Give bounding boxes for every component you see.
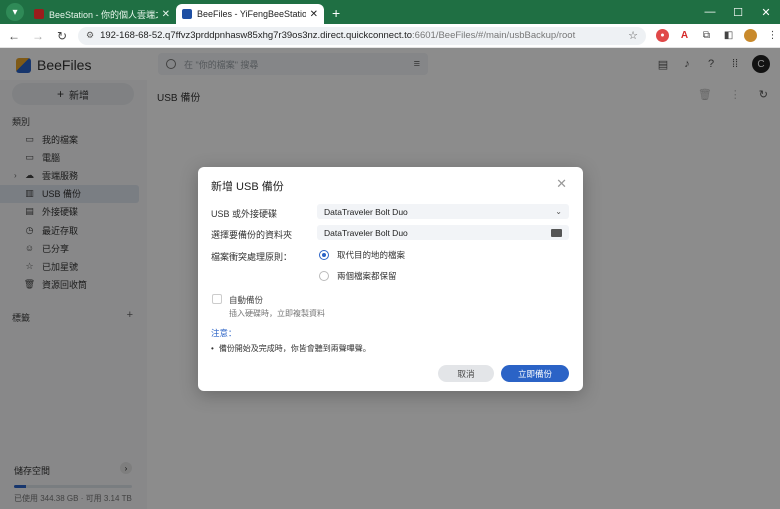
tab-search-button[interactable]: ▾ [6,3,24,21]
new-usb-backup-dialog: 新增 USB 備份 ✕ USB 或外接硬碟 DataTraveler Bolt … [198,167,583,391]
folder-value: DataTraveler Bolt Duo [324,227,408,238]
dialog-title: 新增 USB 備份 [211,181,284,193]
backup-now-button[interactable]: 立即備份 [501,365,569,382]
radio-button-selected[interactable] [319,250,329,260]
usb-drive-value: DataTraveler Bolt Duo [324,206,408,217]
radio-keep-both[interactable]: 兩個檔案都保留 [319,270,397,282]
beefiles-favicon-icon [182,9,192,19]
radio-keep-both-label: 兩個檔案都保留 [337,271,397,281]
close-tab-icon[interactable]: ✕ [162,9,170,20]
profile-icon[interactable] [744,29,757,42]
usb-drive-select[interactable]: DataTraveler Bolt Duo ⌄ [317,204,569,219]
sidebar-toggle-icon[interactable]: ◧ [722,29,735,42]
extensions-puzzle-icon[interactable]: ⧉ [700,29,713,42]
chevron-down-icon: ⌄ [555,207,562,216]
note-text: 備份開始及完成時，你皆會聽到兩聲嗶聲。 [211,343,371,354]
url-field[interactable]: ⚙ 192-168-68-52.q7ffvz3prddpnhasw85xhg7r… [78,26,646,45]
bookmark-star-icon[interactable]: ☆ [628,29,638,42]
address-bar-row: ← → ↻ ⚙ 192-168-68-52.q7ffvz3prddpnhasw8… [0,24,780,48]
folder-icon[interactable] [551,228,562,237]
url-host: 192-168-68-52.q7ffvz3prddpnhasw85xhg7r39… [100,30,413,41]
url-path: :6601/BeeFiles/#/main/usbBackup/root [412,30,576,41]
radio-replace[interactable]: 取代目的地的檔案 [319,249,405,261]
radio-replace-label: 取代目的地的檔案 [337,250,406,260]
tab-beefiles[interactable]: BeeFiles - YiFengBeeStation ✕ [176,4,324,24]
beestation-favicon-icon [34,9,44,19]
browser-tab-bar: ▾ BeeStation - 你的個人雲端之旅 ✕ BeeFiles - YiF… [0,0,780,24]
tab-beestation[interactable]: BeeStation - 你的個人雲端之旅 ✕ [28,4,176,24]
back-button[interactable]: ← [4,29,24,43]
close-icon[interactable]: ✕ [556,176,567,192]
pdf-extension-icon[interactable]: A [678,29,691,42]
auto-backup-checkbox[interactable] [212,294,222,304]
conflict-policy-label: 檔案衝突處理原則： [211,252,293,262]
radio-button[interactable] [319,271,329,281]
maximize-button[interactable]: ☐ [724,0,752,24]
tab-label: BeeStation - 你的個人雲端之旅 [49,9,158,20]
close-window-button[interactable]: ✕ [752,0,780,24]
folder-picker-field[interactable]: DataTraveler Bolt Duo [317,225,569,240]
forward-button[interactable]: → [28,29,48,43]
browser-menu-icon[interactable]: ⋮ [766,29,779,42]
tab-label: BeeFiles - YiFengBeeStation [197,9,306,19]
folder-label: 選擇要備份的資料夾 [211,230,293,240]
cancel-button[interactable]: 取消 [438,365,494,382]
extension-red-icon[interactable]: ● [656,29,669,42]
auto-backup-label: 自動備份 [229,295,264,305]
close-tab-icon[interactable]: ✕ [310,9,318,20]
site-info-icon[interactable]: ⚙ [86,30,94,41]
reload-button[interactable]: ↻ [52,29,72,43]
window-controls: — ☐ ✕ [696,0,780,24]
auto-backup-description: 插入硬碟時，立即複製資料 [229,309,325,318]
extensions-area: ● A ⧉ ◧ ⋮ [656,29,779,42]
usb-drive-label: USB 或外接硬碟 [211,209,278,219]
minimize-button[interactable]: — [696,0,724,24]
new-tab-button[interactable]: + [332,5,340,21]
note-title: 注意： [211,328,237,338]
